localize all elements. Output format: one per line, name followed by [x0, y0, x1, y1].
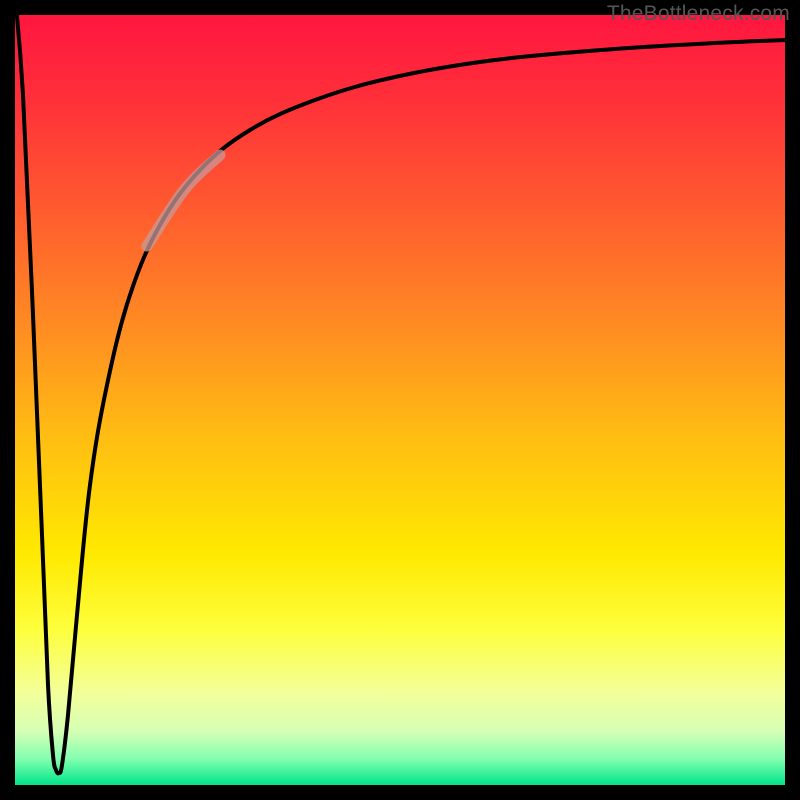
plot-area [15, 15, 785, 785]
bottleneck-curve [15, 15, 785, 773]
chart-frame: TheBottleneck.com [0, 0, 800, 800]
watermark-text: TheBottleneck.com [607, 2, 790, 26]
highlight-segment [147, 155, 220, 246]
curve-layer [15, 15, 785, 785]
